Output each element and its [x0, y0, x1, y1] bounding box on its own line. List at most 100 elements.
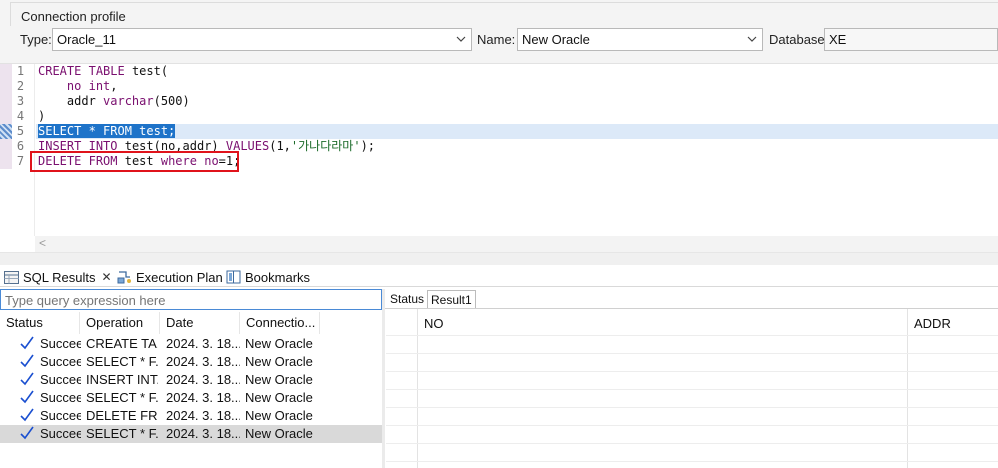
row-connection: New Oracle	[245, 372, 313, 387]
query-filter-input[interactable]	[0, 289, 382, 310]
table-row[interactable]: Succeeded DELETE FR... 2024. 3. 18... Ne…	[0, 407, 382, 425]
tab-execution-plan-label: Execution Plan	[136, 269, 223, 285]
check-icon	[20, 426, 36, 443]
splitter[interactable]	[0, 252, 998, 265]
grid-row-line	[386, 461, 998, 462]
database-field[interactable]: XE	[824, 28, 998, 51]
table-row[interactable]: Succeeded INSERT INT... 2024. 3. 18... N…	[0, 371, 382, 389]
row-operation: DELETE FR...	[86, 408, 158, 423]
results-tabbar: SQL Results ✕ Execution Plan Bookmarks	[0, 265, 998, 287]
type-select[interactable]: Oracle_11	[52, 28, 472, 51]
grid-row-line	[386, 407, 998, 408]
grid-column-no[interactable]: NO	[424, 312, 444, 334]
row-operation: SELECT * F...	[86, 390, 158, 405]
scroll-left-icon[interactable]: <	[39, 236, 46, 250]
grid-row-line	[386, 371, 998, 372]
row-status: Succeeded	[40, 336, 81, 351]
row-operation: INSERT INT...	[86, 372, 158, 387]
row-date: 2024. 3. 18...	[166, 336, 240, 351]
chevron-down-icon	[456, 36, 466, 42]
gutter-marker	[0, 154, 12, 169]
row-operation: CREATE TA...	[86, 336, 158, 351]
tab-sql-results[interactable]: SQL Results ✕	[4, 268, 112, 286]
row-connection: New Oracle	[245, 408, 313, 423]
column-header-connection[interactable]: Connectio...	[240, 312, 320, 334]
row-connection: New Oracle	[245, 336, 313, 351]
name-select[interactable]: New Oracle	[517, 28, 763, 51]
row-date: 2024. 3. 18...	[166, 354, 240, 369]
row-connection: New Oracle	[245, 390, 313, 405]
row-status: Succeeded	[40, 390, 81, 405]
check-icon	[20, 408, 36, 425]
tab-status[interactable]: Status	[387, 290, 427, 308]
code-line-1[interactable]: CREATE TABLE test(	[38, 64, 168, 79]
check-icon	[20, 372, 36, 389]
row-status: Succeeded	[40, 408, 81, 423]
connection-profile-title: Connection profile	[10, 2, 998, 26]
editor-horizontal-scrollbar[interactable]: <	[35, 236, 998, 252]
current-line-marker	[0, 124, 12, 139]
tab-bookmarks-label: Bookmarks	[245, 269, 311, 285]
panel-splitter[interactable]	[382, 289, 385, 468]
type-value: Oracle_11	[57, 32, 117, 47]
close-icon[interactable]: ✕	[102, 270, 112, 284]
grid-row-line	[386, 389, 998, 390]
line-number: 7	[16, 154, 25, 168]
chevron-down-icon	[747, 36, 757, 42]
table-row-selected[interactable]: Succeeded SELECT * F... 2024. 3. 18... N…	[0, 425, 382, 443]
line-number: 5	[16, 124, 25, 138]
sql-editor[interactable]: 1 2 3 4 5 6 7 CREATE TABLE test( no int,…	[0, 64, 998, 236]
type-label: Type:	[20, 32, 52, 47]
line-number: 3	[16, 94, 25, 108]
row-connection: New Oracle	[245, 426, 313, 441]
code-line-4[interactable]: )	[38, 109, 45, 124]
tab-result1[interactable]: Result1	[427, 290, 476, 309]
gutter-marker	[0, 64, 12, 79]
row-status: Succeeded	[40, 372, 81, 387]
tab-sql-results-label: SQL Results	[23, 269, 96, 285]
line-number: 1	[16, 64, 25, 78]
line-number: 6	[16, 139, 25, 153]
column-header-operation[interactable]: Operation	[80, 312, 160, 334]
grid-row-line	[386, 335, 998, 336]
check-icon	[20, 336, 36, 353]
tab-bookmarks[interactable]: Bookmarks	[226, 268, 310, 286]
table-row[interactable]: Succeeded SELECT * F... 2024. 3. 18... N…	[0, 353, 382, 371]
grid-row-line	[386, 425, 998, 426]
code-line-5[interactable]: SELECT * FROM test;	[38, 124, 176, 139]
gutter-marker	[0, 94, 12, 109]
connection-profile-panel: Connection profile Type: Oracle_11 Name:…	[0, 0, 998, 64]
row-operation: SELECT * F...	[86, 354, 158, 369]
editor-gutter: 1 2 3 4 5 6 7	[0, 64, 35, 236]
row-status: Succeeded	[40, 354, 81, 369]
highlight-box	[30, 151, 239, 172]
code-line-3[interactable]: addr varchar(500)	[38, 94, 190, 109]
gutter-marker	[0, 109, 12, 124]
column-header-status[interactable]: Status	[0, 312, 80, 334]
bookmark-icon	[226, 270, 241, 284]
table-row[interactable]: Succeeded CREATE TA... 2024. 3. 18... Ne…	[0, 335, 382, 353]
plan-icon	[117, 271, 131, 284]
row-date: 2024. 3. 18...	[166, 426, 240, 441]
line-number: 2	[16, 79, 25, 93]
row-date: 2024. 3. 18...	[166, 390, 240, 405]
code-line-2[interactable]: no int,	[38, 79, 118, 94]
gutter-marker	[0, 79, 12, 94]
database-value: XE	[829, 32, 847, 47]
name-label: Name:	[477, 32, 516, 47]
gutter-marker	[0, 139, 12, 154]
grid-row-line	[386, 443, 998, 444]
row-status: Succeeded	[40, 426, 81, 441]
check-icon	[20, 354, 36, 371]
row-connection: New Oracle	[245, 354, 313, 369]
tab-execution-plan[interactable]: Execution Plan	[117, 268, 223, 286]
row-operation: SELECT * F...	[86, 426, 158, 441]
row-date: 2024. 3. 18...	[166, 408, 240, 423]
line-number: 4	[16, 109, 25, 123]
grid-column-addr[interactable]: ADDR	[914, 312, 951, 334]
column-header-date[interactable]: Date	[160, 312, 240, 334]
name-value: New Oracle	[522, 32, 590, 47]
table-row[interactable]: Succeeded SELECT * F... 2024. 3. 18... N…	[0, 389, 382, 407]
table-icon	[4, 270, 19, 284]
row-date: 2024. 3. 18...	[166, 372, 240, 387]
